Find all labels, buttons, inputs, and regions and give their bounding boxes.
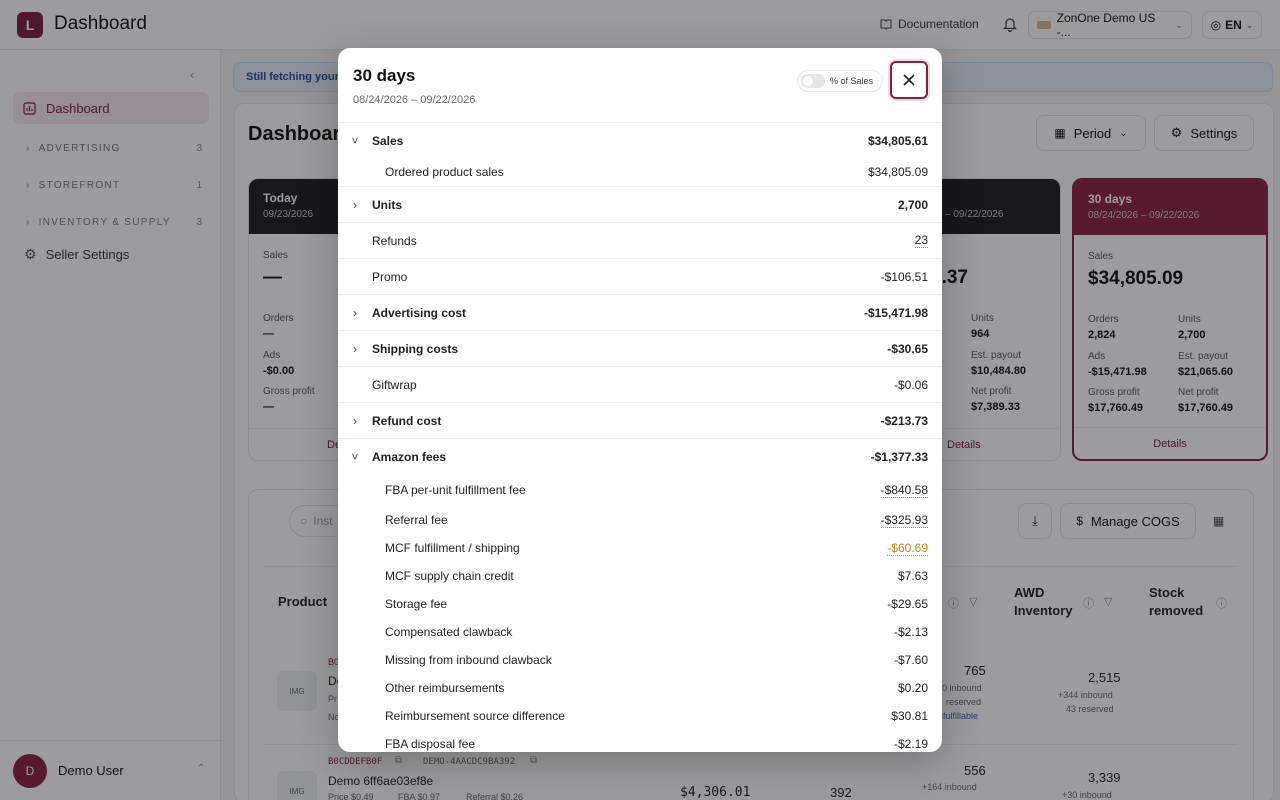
breakdown-row-amount[interactable]: -$325.93 <box>880 513 928 528</box>
chevron-right-icon[interactable]: › <box>338 414 372 428</box>
breakdown-row: MCF fulfillment / shipping -$60.69 <box>338 534 942 562</box>
breakdown-row-label: MCF supply chain credit <box>385 569 514 583</box>
breakdown-row-label: Giftwrap <box>372 377 417 392</box>
breakdown-row[interactable]: ˅ Sales $34,805.61 <box>338 122 942 158</box>
breakdown-row-amount: -$29.65 <box>887 597 928 611</box>
breakdown-list: ˅ Sales $34,805.61 Ordered product sales $34… <box>338 122 942 752</box>
breakdown-row-amount: $34,805.61 <box>867 133 928 148</box>
breakdown-row-label: Refund cost <box>372 413 442 428</box>
breakdown-row: FBA disposal fee -$2.19 <box>338 730 942 752</box>
breakdown-row: FBA per-unit fulfillment fee -$840.58 <box>338 474 942 506</box>
breakdown-row: Referral fee -$325.93 <box>338 506 942 534</box>
breakdown-row-label: FBA per-unit fulfillment fee <box>385 483 526 497</box>
toggle-label: % of Sales <box>830 76 874 86</box>
breakdown-row-label: Promo <box>372 269 408 284</box>
breakdown-row-amount: -$7.60 <box>893 653 928 667</box>
breakdown-row[interactable]: › Refund cost -$213.73 <box>338 402 942 438</box>
breakdown-row[interactable]: › Advertising cost -$15,471.98 <box>338 294 942 330</box>
breakdown-row-amount: -$213.73 <box>880 413 928 428</box>
breakdown-row-label: Amazon fees <box>372 449 447 464</box>
breakdown-row-amount: $34,805.09 <box>867 165 928 179</box>
toggle-switch[interactable] <box>801 74 825 88</box>
breakdown-row: MCF supply chain credit $7.63 <box>338 562 942 590</box>
chevron-right-icon[interactable]: › <box>338 306 372 320</box>
breakdown-row-label: Refunds <box>372 233 417 248</box>
breakdown-row-label: Ordered product sales <box>385 165 504 179</box>
breakdown-row-amount[interactable]: -$60.69 <box>887 541 928 556</box>
breakdown-row-label: MCF fulfillment / shipping <box>385 541 520 555</box>
breakdown-row: Giftwrap -$0.06 <box>338 366 942 402</box>
breakdown-row-label: Shipping costs <box>372 341 459 356</box>
breakdown-row-label: Referral fee <box>385 513 448 527</box>
breakdown-row: Reimbursement source difference $30.81 <box>338 702 942 730</box>
breakdown-row: Refunds 23 <box>338 222 942 258</box>
breakdown-row-label: Advertising cost <box>372 305 467 320</box>
close-button[interactable] <box>890 61 928 99</box>
breakdown-row-amount: $30.81 <box>891 709 928 723</box>
period-breakdown-modal: 30 days 08/24/2026 – 09/22/2026 % of Sal… <box>338 48 942 752</box>
breakdown-row-amount: -$15,471.98 <box>863 305 928 320</box>
breakdown-row: Storage fee -$29.65 <box>338 590 942 618</box>
breakdown-row-amount: $7.63 <box>897 569 928 583</box>
breakdown-row: Other reimbursements $0.20 <box>338 674 942 702</box>
breakdown-row[interactable]: › Units 2,700 <box>338 186 942 222</box>
breakdown-row: Promo -$106.51 <box>338 258 942 294</box>
modal-date-range: 08/24/2026 – 09/22/2026 <box>353 94 476 106</box>
chevron-right-icon[interactable]: › <box>338 198 372 212</box>
breakdown-row-amount: -$106.51 <box>880 269 928 284</box>
breakdown-row-amount: -$1,377.33 <box>870 449 928 464</box>
breakdown-row-label: Units <box>372 197 402 212</box>
breakdown-row: Compensated clawback -$2.13 <box>338 618 942 646</box>
percent-of-sales-toggle[interactable]: % of Sales <box>797 70 883 92</box>
chevron-right-icon[interactable]: › <box>338 342 372 356</box>
breakdown-row-amount[interactable]: 23 <box>914 233 928 248</box>
breakdown-row-label: Missing from inbound clawback <box>385 653 552 667</box>
breakdown-row-amount: -$2.13 <box>893 625 928 639</box>
breakdown-row[interactable]: › Shipping costs -$30.65 <box>338 330 942 366</box>
close-icon <box>903 74 915 86</box>
breakdown-row-amount: -$0.06 <box>893 377 928 392</box>
breakdown-row-label: Compensated clawback <box>385 625 513 639</box>
breakdown-row-label: Sales <box>372 133 404 148</box>
breakdown-row-amount: $0.20 <box>897 681 928 695</box>
breakdown-row[interactable]: ˅ Amazon fees -$1,377.33 <box>338 438 942 474</box>
chevron-down-icon[interactable]: ˅ <box>338 450 372 464</box>
breakdown-row-label: Reimbursement source difference <box>385 709 565 723</box>
breakdown-row-amount: 2,700 <box>897 197 928 212</box>
breakdown-row: Missing from inbound clawback -$7.60 <box>338 646 942 674</box>
breakdown-row-label: Storage fee <box>385 597 448 611</box>
breakdown-row-amount[interactable]: -$840.58 <box>880 483 928 498</box>
breakdown-row-amount: -$30.65 <box>887 341 928 356</box>
breakdown-row-label: FBA disposal fee <box>385 737 476 751</box>
breakdown-row-amount: -$2.19 <box>893 737 928 751</box>
breakdown-row: Ordered product sales $34,805.09 <box>338 158 942 186</box>
modal-title: 30 days <box>353 66 416 85</box>
breakdown-row-label: Other reimbursements <box>385 681 505 695</box>
chevron-down-icon[interactable]: ˅ <box>338 134 372 148</box>
